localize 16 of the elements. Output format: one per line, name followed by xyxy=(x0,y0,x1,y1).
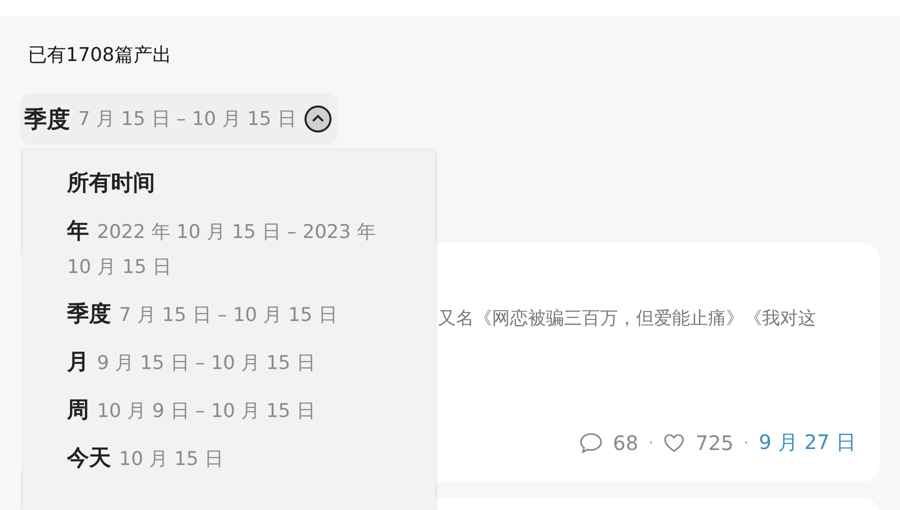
post-date: 9 月 27 日 xyxy=(758,429,856,456)
period-option[interactable]: 季度 7 月 15 日 – 10 月 15 日 xyxy=(67,295,391,336)
period-option[interactable]: 今天 10 月 15 日 xyxy=(67,439,391,480)
period-filter-button[interactable]: 季度 7 月 15 日 – 10 月 15 日 xyxy=(20,93,338,145)
like-count: 725 xyxy=(695,430,734,454)
period-option[interactable]: 年 2022 年 10 月 15 日 – 2023 年 10 月 15 日 xyxy=(67,212,391,288)
heart-icon xyxy=(663,432,686,452)
comment-icon xyxy=(578,432,603,454)
post-count-title: 已有1708篇产出 xyxy=(27,43,172,68)
separator-dot: · xyxy=(648,433,654,452)
post-excerpt: 又名《网恋被骗三百万，但爱能止痛》《我对这 xyxy=(438,307,817,330)
period-option[interactable]: 所有时间 xyxy=(67,164,391,205)
separator-dot: · xyxy=(744,433,749,452)
comment-count: 68 xyxy=(612,430,638,454)
period-option[interactable]: 周 10 月 9 日 – 10 月 15 日 xyxy=(67,391,391,432)
period-option[interactable]: 月 9 月 15 日 – 10 月 15 日 xyxy=(67,343,391,384)
